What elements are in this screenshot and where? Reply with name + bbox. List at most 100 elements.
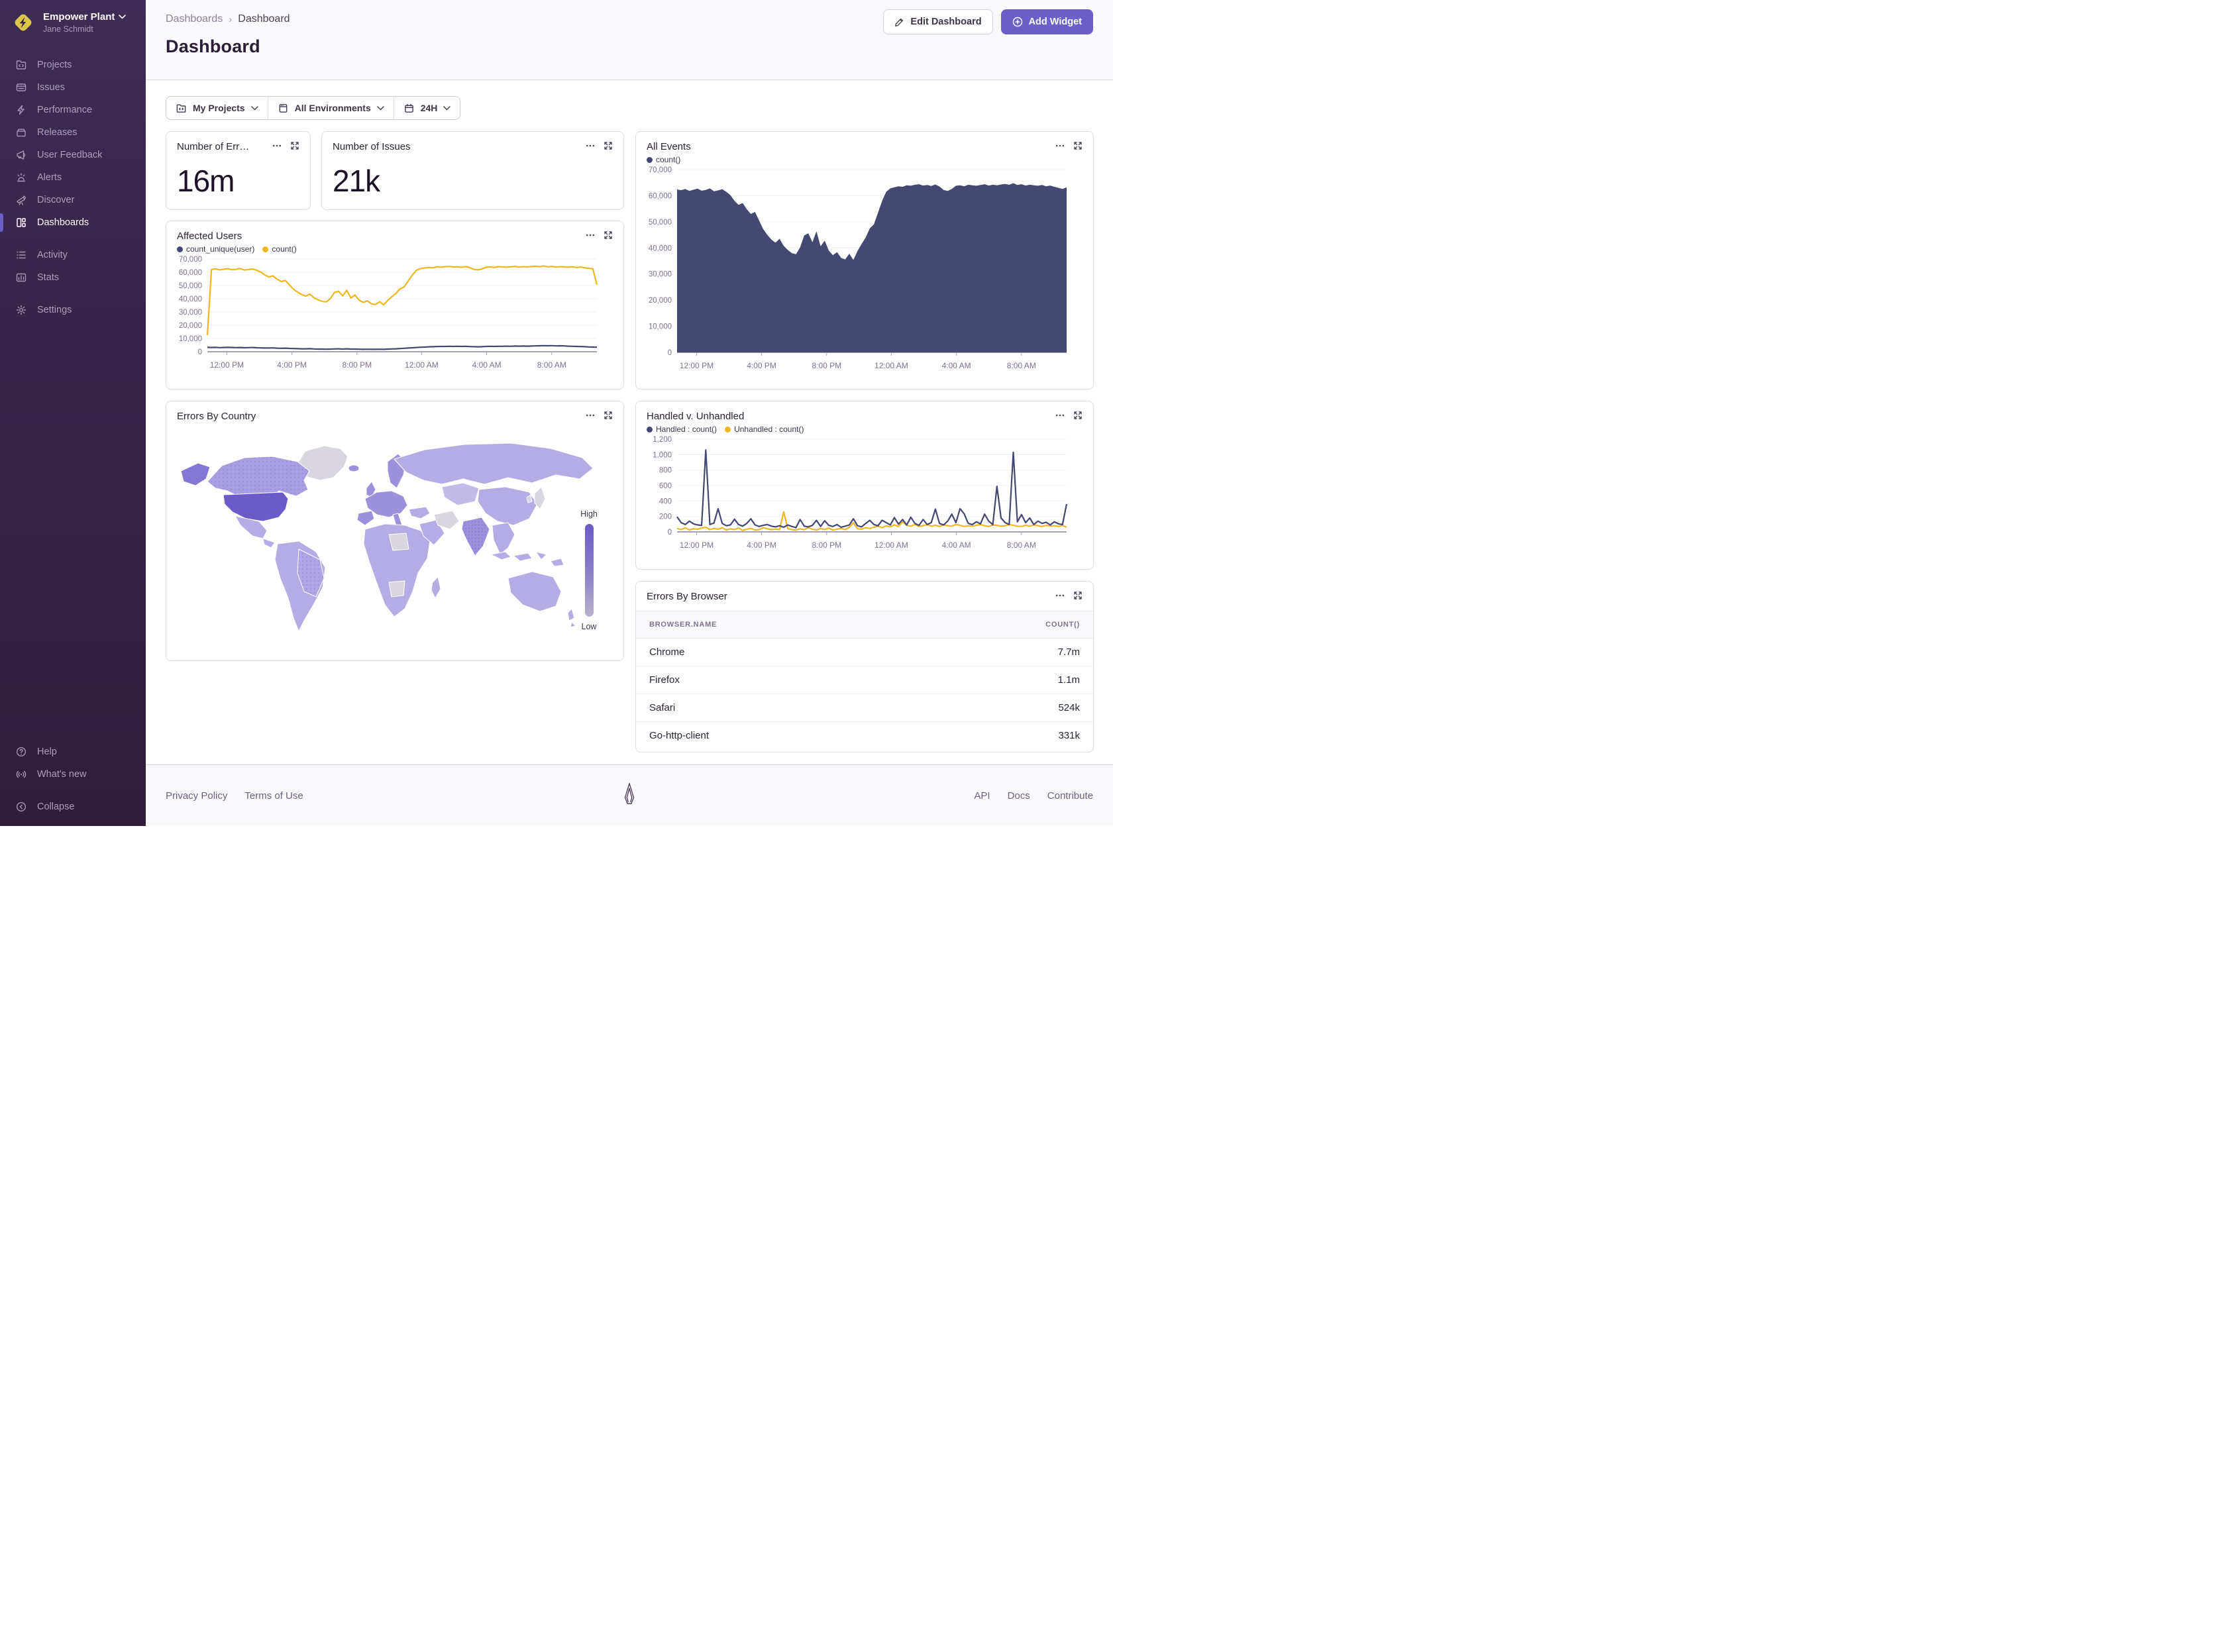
sidebar-item-label: Settings <box>37 305 72 315</box>
chevron-down-icon <box>377 106 384 111</box>
map-legend-low: Low <box>572 622 606 631</box>
stats-icon <box>15 271 28 284</box>
sidebar-item-whats-new[interactable]: What's new <box>0 763 146 786</box>
browser-count: 331k <box>1058 730 1080 741</box>
sidebar-item-help[interactable]: Help <box>0 741 146 763</box>
legend-item[interactable]: Handled : count() <box>647 425 717 434</box>
legend-item[interactable]: count() <box>647 155 680 164</box>
svg-text:12:00 AM: 12:00 AM <box>874 541 908 550</box>
browser-name: Safari <box>649 702 675 713</box>
legend-item[interactable]: count_unique(user) <box>177 244 254 254</box>
gear-icon <box>15 303 28 317</box>
telescope-icon <box>15 193 28 207</box>
main-area: Dashboards › Dashboard Edit Dashboard Ad… <box>146 0 1113 826</box>
browser-name: Chrome <box>649 646 684 658</box>
dashboards-icon <box>15 216 28 229</box>
legend-dot <box>262 246 268 252</box>
widget-expand-icon[interactable] <box>604 231 613 240</box>
widget-menu-icon[interactable] <box>1055 591 1065 600</box>
privacy-policy-link[interactable]: Privacy Policy <box>166 790 227 801</box>
sidebar-item-issues[interactable]: Issues <box>0 76 146 99</box>
edit-dashboard-label: Edit Dashboard <box>910 17 981 27</box>
sidebar-item-dashboards[interactable]: Dashboards <box>0 211 146 234</box>
svg-text:40,000: 40,000 <box>649 244 672 252</box>
affected-users-chart: 010,00020,00030,00040,00050,00060,00070,… <box>166 255 623 378</box>
widget-expand-icon[interactable] <box>290 141 299 150</box>
widget-expand-icon[interactable] <box>604 411 613 420</box>
filter-bar: My Projects All Environments 24H <box>166 96 460 120</box>
svg-text:200: 200 <box>659 513 672 521</box>
sidebar-item-discover[interactable]: Discover <box>0 189 146 211</box>
page-title: Dashboard <box>166 36 1093 57</box>
widget-expand-icon[interactable] <box>604 141 613 150</box>
widget-expand-icon[interactable] <box>1073 411 1083 420</box>
sidebar-item-activity[interactable]: Activity <box>0 244 146 266</box>
docs-link[interactable]: Docs <box>1008 790 1030 801</box>
svg-text:800: 800 <box>659 467 672 475</box>
table-row: Safari 524k <box>636 694 1093 722</box>
sidebar-item-stats[interactable]: Stats <box>0 266 146 289</box>
calendar-icon <box>403 103 415 114</box>
sidebar-bottom: Help What's new Collapse <box>0 741 146 818</box>
environment-filter[interactable]: All Environments <box>268 97 394 119</box>
sidebar-item-label: Projects <box>37 60 72 70</box>
browser-count: 1.1m <box>1058 674 1080 686</box>
sidebar-item-user-feedback[interactable]: User Feedback <box>0 144 146 166</box>
breadcrumb-dashboards-link[interactable]: Dashboards <box>166 13 223 25</box>
widget-menu-icon[interactable] <box>586 411 595 420</box>
svg-text:12:00 AM: 12:00 AM <box>874 361 908 370</box>
widget-errors-by-browser: Errors By Browser BROWSER.NAME COUNT() C… <box>635 581 1094 752</box>
widget-affected-users: Affected Users count_unique(user) count(… <box>166 221 624 389</box>
map-legend-high: High <box>572 509 606 519</box>
table-row: Go-http-client 331k <box>636 722 1093 749</box>
terms-of-use-link[interactable]: Terms of Use <box>244 790 303 801</box>
svg-text:1,000: 1,000 <box>653 451 672 459</box>
widget-menu-icon[interactable] <box>586 141 595 150</box>
widget-menu-icon[interactable] <box>1055 141 1065 150</box>
contribute-link[interactable]: Contribute <box>1047 790 1093 801</box>
sidebar-item-projects[interactable]: Projects <box>0 54 146 76</box>
active-indicator <box>0 213 3 232</box>
sidebar-item-label: Performance <box>37 105 92 115</box>
widget-number-of-errors: Number of Err… 16m <box>166 131 311 210</box>
sidebar-item-label: Collapse <box>37 801 74 812</box>
project-filter[interactable]: My Projects <box>166 97 268 119</box>
svg-text:40,000: 40,000 <box>179 295 202 303</box>
column-count[interactable]: COUNT() <box>1045 621 1080 629</box>
widget-menu-icon[interactable] <box>586 231 595 240</box>
edit-dashboard-button[interactable]: Edit Dashboard <box>883 9 992 34</box>
activity-list-icon <box>15 248 28 262</box>
widget-expand-icon[interactable] <box>1073 591 1083 600</box>
svg-text:12:00 PM: 12:00 PM <box>210 360 244 370</box>
svg-text:20,000: 20,000 <box>649 297 672 305</box>
sidebar-item-releases[interactable]: Releases <box>0 121 146 144</box>
sidebar: Empower Plant Jane Schmidt Projects Issu… <box>0 0 146 826</box>
api-link[interactable]: API <box>974 790 990 801</box>
svg-text:0: 0 <box>668 349 672 357</box>
releases-icon <box>15 126 28 139</box>
widget-menu-icon[interactable] <box>1055 411 1065 420</box>
handled-unhandled-chart: 02004006008001,0001,20012:00 PM4:00 PM8:… <box>636 435 1093 558</box>
svg-text:4:00 PM: 4:00 PM <box>747 541 776 550</box>
sidebar-item-settings[interactable]: Settings <box>0 299 146 321</box>
sidebar-item-label: Activity <box>37 250 68 260</box>
legend-dot <box>177 246 183 252</box>
widget-expand-icon[interactable] <box>1073 141 1083 150</box>
widget-menu-icon[interactable] <box>272 141 282 150</box>
help-icon <box>15 745 28 758</box>
widget-handled-unhandled: Handled v. Unhandled Handled : count() U… <box>635 401 1094 570</box>
column-browser-name[interactable]: BROWSER.NAME <box>649 621 717 629</box>
svg-text:50,000: 50,000 <box>649 219 672 227</box>
sidebar-nav: Projects Issues Performance Releases Use… <box>0 54 146 321</box>
time-range-filter[interactable]: 24H <box>394 97 460 119</box>
sidebar-item-alerts[interactable]: Alerts <box>0 166 146 189</box>
add-widget-button[interactable]: Add Widget <box>1001 9 1093 34</box>
svg-text:400: 400 <box>659 497 672 505</box>
legend-item[interactable]: count() <box>262 244 296 254</box>
sidebar-item-collapse[interactable]: Collapse <box>0 796 146 818</box>
legend-item[interactable]: Unhandled : count() <box>725 425 804 434</box>
breadcrumb-current: Dashboard <box>238 13 290 25</box>
org-switcher[interactable]: Empower Plant Jane Schmidt <box>0 0 146 42</box>
sentry-logo-icon <box>621 782 638 810</box>
sidebar-item-performance[interactable]: Performance <box>0 99 146 121</box>
